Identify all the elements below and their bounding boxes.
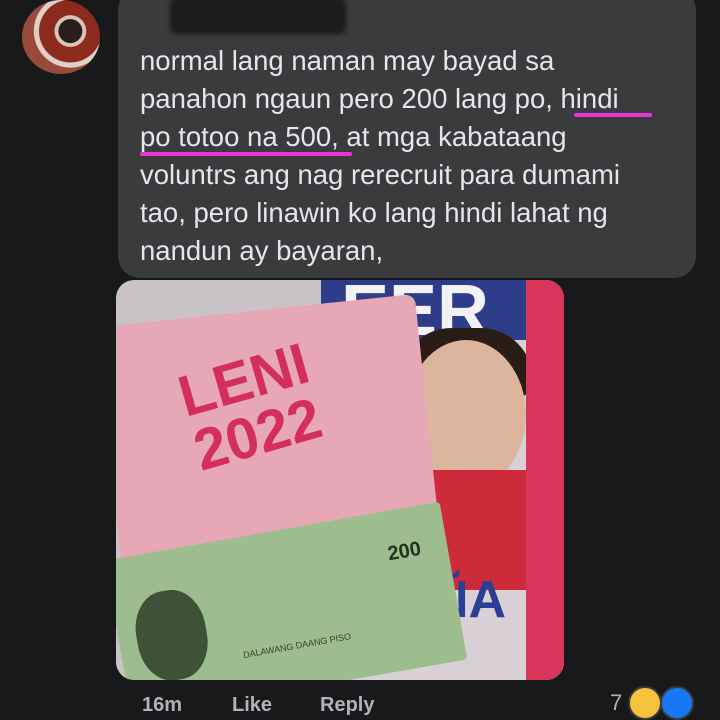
reaction-count[interactable]: 7 xyxy=(610,690,622,716)
banknote-portrait xyxy=(129,584,214,680)
commenter-avatar[interactable] xyxy=(22,0,100,74)
comment-timestamp[interactable]: 16m xyxy=(142,694,182,717)
reply-link[interactable]: Reply xyxy=(320,694,374,717)
attached-photo[interactable]: EER ÑA LENI 2022 200 DALAWANG DAANG PISO xyxy=(116,280,564,680)
highlight-underline-po-totoo xyxy=(140,152,352,156)
pink-flowers-background xyxy=(526,280,564,680)
haha-icon[interactable] xyxy=(628,686,662,720)
banknote-value: 200 xyxy=(385,537,423,566)
comment-text: normal lang naman may bayad sa panahon n… xyxy=(140,45,620,266)
redacted-commenter-name[interactable] xyxy=(170,0,346,34)
highlight-underline-hindi xyxy=(574,113,652,117)
banknote-caption: DALAWANG DAANG PISO xyxy=(242,631,352,661)
shirt-print: LENI 2022 xyxy=(171,331,331,484)
like-link[interactable]: Like xyxy=(232,694,272,717)
like-icon[interactable] xyxy=(660,686,694,720)
